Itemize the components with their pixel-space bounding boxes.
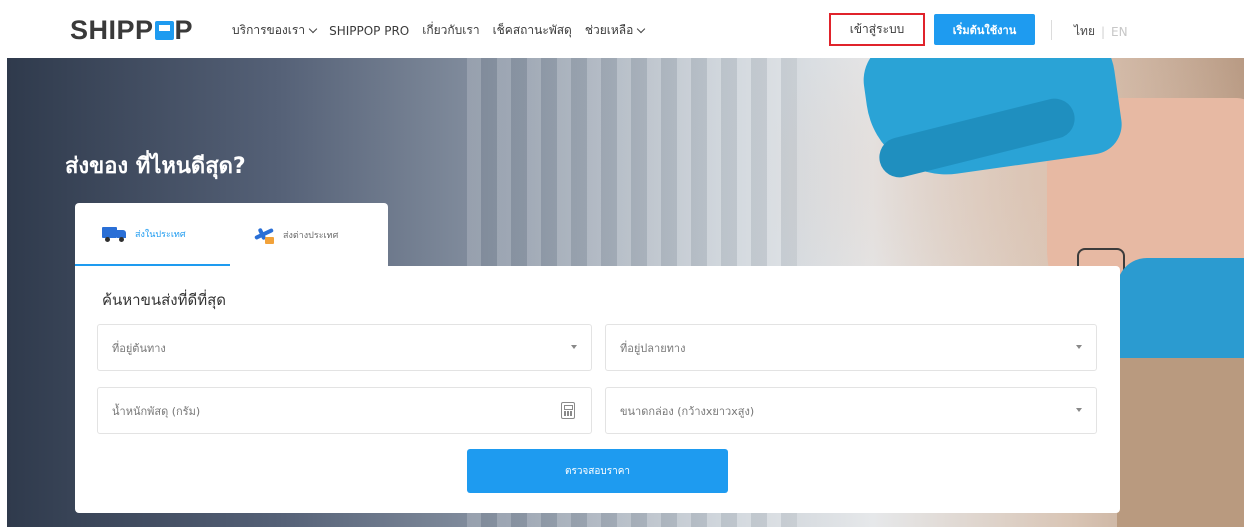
tab-label: ส่งต่างประเทศ [283, 230, 339, 241]
nav-item-label: เช็คสถานะพัสดุ [492, 23, 572, 37]
weight-input[interactable]: น้ำหนักพัสดุ (กรัม) [97, 387, 592, 434]
weight-placeholder: น้ำหนักพัสดุ (กรัม) [112, 404, 201, 418]
shipping-tabs: ส่งในประเทศ ส่งต่างประเทศ [75, 203, 388, 266]
chevron-down-icon [637, 24, 646, 34]
nav-item-label: ช่วยเหลือ [584, 23, 634, 37]
tab-label: ส่งในประเทศ [135, 229, 186, 240]
truck-icon [102, 226, 128, 242]
get-started-button[interactable]: เริ่มต้นใช้งาน [934, 14, 1035, 45]
logo-o-box-icon [154, 21, 174, 40]
hero-title: ส่งของ ที่ไหนดีสุด? [65, 154, 246, 179]
tab-international[interactable]: ส่งต่างประเทศ [230, 203, 388, 266]
hero-parcel-image [1117, 358, 1244, 527]
login-button[interactable]: เข้าสู่ระบบ [829, 13, 925, 46]
shippop-logo[interactable]: SHIPP P [70, 15, 193, 46]
lang-separator: | [1100, 24, 1106, 39]
lang-en-link[interactable]: EN [1111, 25, 1128, 39]
destination-placeholder: ที่อยู่ปลายทาง [620, 341, 686, 355]
nav-item-services[interactable]: บริการของเรา [232, 21, 318, 40]
nav-item-about[interactable]: เกี่ยวกับเรา [422, 21, 479, 40]
header-divider [1051, 20, 1052, 40]
search-card-title: ค้นหาขนส่งที่ดีที่สุด [102, 291, 226, 309]
box-size-select[interactable]: ขนาดกล่อง (กว้างxยาวxสูง) [605, 387, 1097, 434]
destination-address-select[interactable]: ที่อยู่ปลายทาง [605, 324, 1097, 371]
nav-item-track-parcel[interactable]: เช็คสถานะพัสดุ [493, 21, 572, 40]
check-price-button[interactable]: ตรวจสอบราคา [467, 449, 728, 493]
caret-down-icon [1076, 345, 1082, 349]
nav-item-help[interactable]: ช่วยเหลือ [584, 21, 646, 40]
nav-item-label: บริการของเรา [232, 23, 306, 37]
calculator-icon[interactable] [561, 402, 575, 419]
language-switcher: ไทย | EN [1074, 22, 1128, 41]
size-placeholder: ขนาดกล่อง (กว้างxยาวxสูง) [620, 404, 755, 418]
main-nav: บริการของเรา SHIPPOP PRO เกี่ยวกับเรา เช… [232, 21, 657, 40]
caret-down-icon [571, 345, 577, 349]
origin-placeholder: ที่อยู่ต้นทาง [112, 341, 166, 355]
lang-th-link[interactable]: ไทย [1074, 22, 1095, 41]
tab-domestic[interactable]: ส่งในประเทศ [75, 203, 230, 266]
origin-address-select[interactable]: ที่อยู่ต้นทาง [97, 324, 592, 371]
caret-down-icon [1076, 408, 1082, 412]
hero-banner: ส่งของ ที่ไหนดีสุด? ส่งในประเทศ ส่งต่างป… [7, 58, 1244, 527]
chevron-down-icon [308, 24, 318, 34]
nav-item-label: SHIPPOP PRO [329, 23, 410, 38]
nav-item-shippop-pro[interactable]: SHIPPOP PRO [329, 24, 409, 38]
nav-item-label: เกี่ยวกับเรา [422, 23, 480, 37]
plane-icon [252, 225, 276, 245]
logo-text-left: SHIPP [70, 15, 154, 45]
top-navbar: SHIPP P บริการของเรา SHIPPOP PRO เกี่ยวก… [0, 0, 1244, 58]
logo-text-right: P [174, 15, 194, 45]
search-card: ค้นหาขนส่งที่ดีที่สุด ที่อยู่ต้นทาง ที่อ… [75, 266, 1120, 513]
